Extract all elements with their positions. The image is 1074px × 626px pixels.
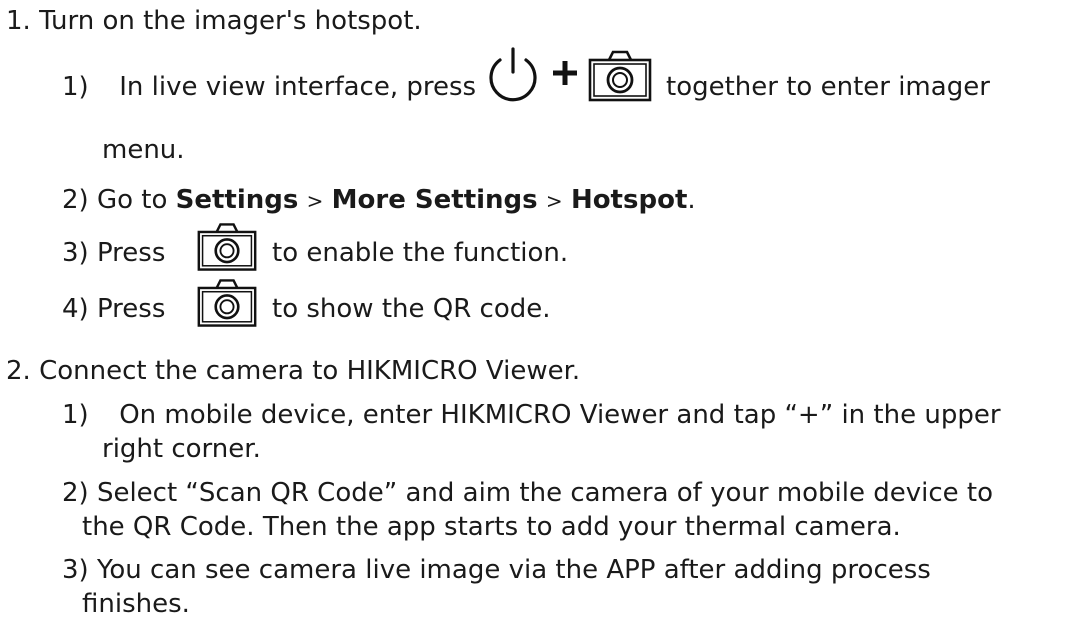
substep-text: Select “Scan QR Code” and aim the camera… <box>96 478 994 508</box>
substep-text: Press <box>96 294 166 324</box>
camera-icon <box>196 278 258 328</box>
step-title: Turn on the imager's hotspot. <box>39 6 422 36</box>
power-icon <box>482 46 544 106</box>
camera-icon <box>587 50 653 102</box>
substep-text: Go to <box>96 185 168 215</box>
substep-text-cont: menu. <box>102 135 185 165</box>
step-title: Connect the camera to HIKMICRO Viewer. <box>39 356 581 386</box>
step-number: 1. <box>6 6 31 36</box>
substep-number: 1) <box>62 400 89 430</box>
substep-text-cont: the QR Code. Then the app starts to add … <box>82 512 901 542</box>
substep-text: On mobile device, enter HIKMICRO Viewer … <box>119 400 1001 430</box>
camera-icon <box>196 222 258 272</box>
substep-text-after: together to enter imager <box>666 72 990 102</box>
substep-1-4: 4) Press <box>62 292 165 326</box>
menu-separator: > <box>545 189 563 213</box>
substep-text-after: to show the QR code. <box>272 294 551 324</box>
substep-1-1-after: together to enter imager <box>666 70 990 104</box>
substep-2-2: 2) Select “Scan QR Code” and aim the cam… <box>62 476 993 510</box>
substep-number: 4) <box>62 294 89 324</box>
substep-2-3-cont: finishes. <box>82 587 190 621</box>
substep-number: 3) <box>62 238 89 268</box>
substep-number: 2) <box>62 185 89 215</box>
substep-2-3: 3) You can see camera live image via the… <box>62 553 931 587</box>
plus-sign <box>550 58 580 88</box>
menu-separator: > <box>306 189 324 213</box>
substep-2-1: 1) On mobile device, enter HIKMICRO View… <box>62 398 1001 432</box>
substep-text-after: to enable the function. <box>272 238 569 268</box>
substep-1-3: 3) Press <box>62 236 165 270</box>
menu-item-hotspot: Hotspot <box>570 185 688 215</box>
sentence-end: . <box>687 185 696 215</box>
substep-1-1-cont: menu. <box>102 133 185 167</box>
substep-text-cont: right corner. <box>102 434 261 464</box>
substep-2-2-cont: the QR Code. Then the app starts to add … <box>82 510 901 544</box>
step-number: 2. <box>6 356 31 386</box>
substep-text: In live view interface, press <box>119 72 477 102</box>
substep-number: 2) <box>62 478 89 508</box>
substep-number: 1) <box>62 72 89 102</box>
step-1-heading: 1. Turn on the imager's hotspot. <box>6 4 422 38</box>
menu-item-settings: Settings <box>175 185 299 215</box>
substep-1-1: 1) In live view interface, press <box>62 70 476 104</box>
menu-item-more-settings: More Settings <box>331 185 538 215</box>
substep-1-4-after: to show the QR code. <box>272 292 551 326</box>
step-2-heading: 2. Connect the camera to HIKMICRO Viewer… <box>6 354 580 388</box>
substep-2-1-cont: right corner. <box>102 432 261 466</box>
substep-number: 3) <box>62 555 89 585</box>
substep-text-cont: finishes. <box>82 589 190 619</box>
substep-text: You can see camera live image via the AP… <box>96 555 931 585</box>
substep-1-2: 2) Go to Settings > More Settings > Hots… <box>62 183 696 217</box>
substep-1-3-after: to enable the function. <box>272 236 568 270</box>
substep-text: Press <box>96 238 166 268</box>
